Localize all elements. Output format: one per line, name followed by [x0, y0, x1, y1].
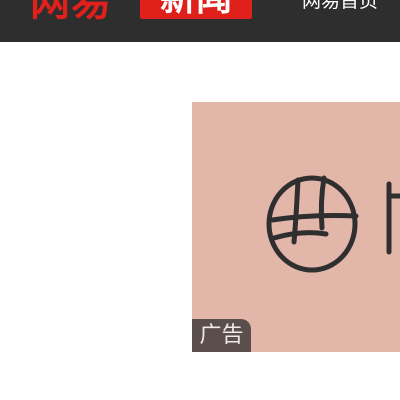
ad-glyph-illustration [266, 175, 400, 273]
ad-label-badge: 广告 [192, 319, 251, 352]
news-logo-badge[interactable]: 新闻 [140, 0, 252, 19]
ad-label-text: 广告 [199, 322, 244, 348]
netease-logo[interactable]: 网易 [30, 0, 112, 22]
netease-home-link[interactable]: 网易首页 [302, 0, 378, 12]
advertisement-banner[interactable]: 广告 [192, 102, 400, 352]
top-header-bar: 网易 新闻 网易首页 [0, 0, 400, 42]
news-logo-label: 新闻 [140, 0, 252, 19]
